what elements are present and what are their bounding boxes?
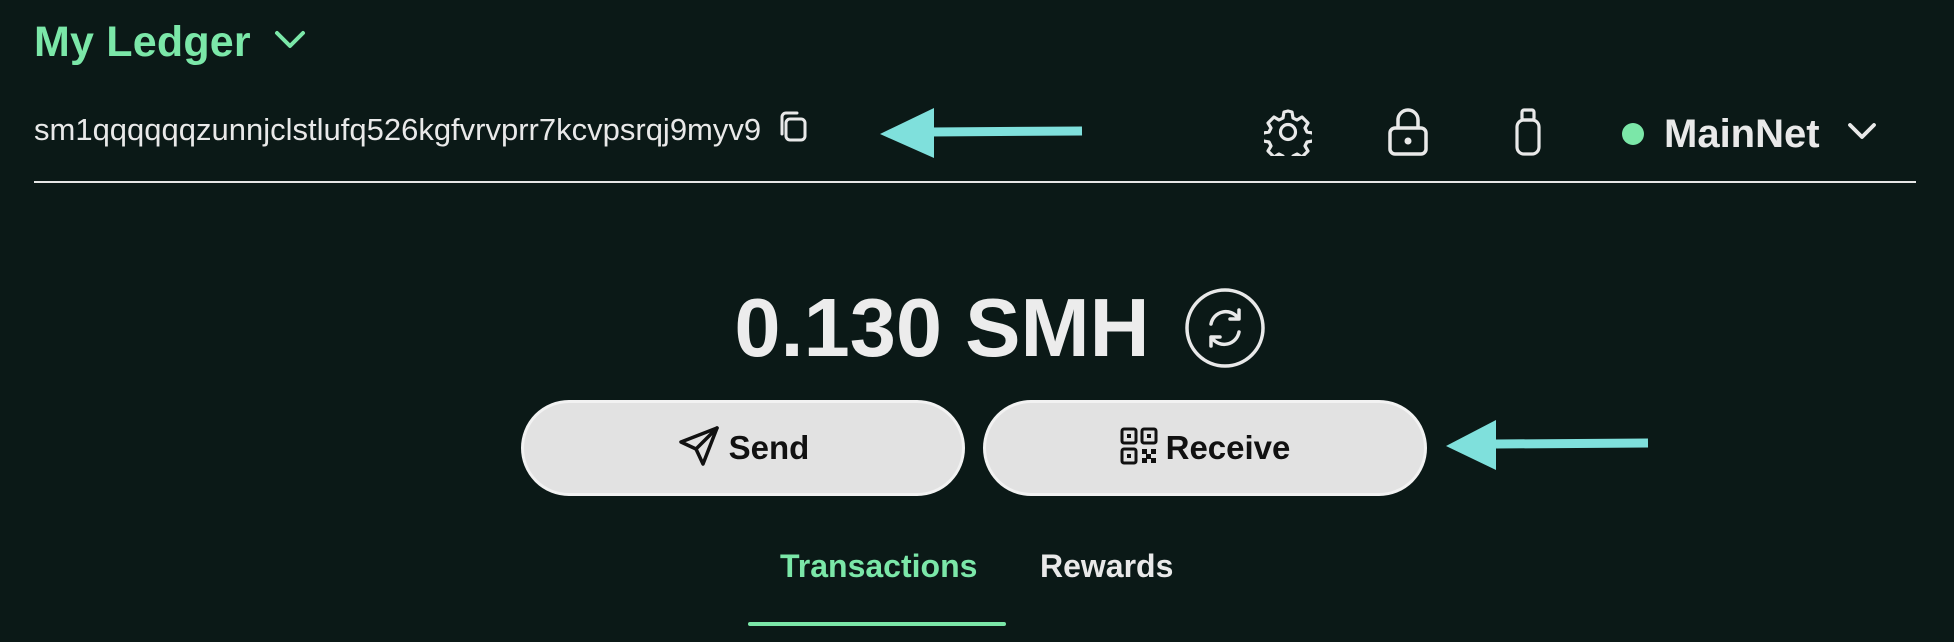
hardware-device-button[interactable] <box>1502 107 1554 162</box>
settings-button[interactable] <box>1260 108 1316 165</box>
address-row: sm1qqqqqqzunnjclstlufq526kgfvrvprr7kcvps… <box>34 110 809 149</box>
receive-button[interactable]: Receive <box>983 400 1427 496</box>
annotation-arrow-icon <box>1446 420 1649 470</box>
send-icon <box>677 424 721 473</box>
refresh-icon <box>1184 288 1266 373</box>
copy-icon <box>777 110 809 149</box>
wallet-selector[interactable]: My Ledger <box>34 18 307 67</box>
lock-icon <box>1386 106 1430 163</box>
network-selector[interactable]: MainNet <box>1622 108 1878 160</box>
send-button[interactable]: Send <box>521 400 965 496</box>
network-label: MainNet <box>1664 111 1820 156</box>
wallet-address: sm1qqqqqqzunnjclstlufq526kgfvrvprr7kcvps… <box>34 111 762 147</box>
send-label: Send <box>728 429 810 466</box>
chevron-down-icon <box>1846 121 1878 148</box>
tab-rewards[interactable]: Rewards <box>1040 548 1173 585</box>
copy-address-button[interactable] <box>777 110 809 149</box>
qr-code-icon <box>1120 427 1158 470</box>
header-divider <box>34 181 1916 183</box>
chevron-down-icon <box>273 29 307 56</box>
wallet-app: My Ledger sm1qqqqqqzunnjclstlufq526kgfvr… <box>0 0 1954 642</box>
lock-wallet-button[interactable] <box>1382 106 1434 163</box>
annotation-arrow-icon <box>880 108 1083 158</box>
refresh-balance-button[interactable] <box>1184 287 1266 369</box>
balance-amount: 0.130 SMH <box>734 281 1150 374</box>
gear-icon <box>1260 108 1316 165</box>
active-tab-indicator <box>748 622 1006 626</box>
balance-row: 0.130 SMH <box>0 280 1954 376</box>
wallet-title: My Ledger <box>34 18 251 66</box>
usb-stick-icon <box>1513 107 1543 162</box>
network-status-dot <box>1622 123 1644 145</box>
receive-label: Receive <box>1165 429 1291 466</box>
tab-transactions[interactable]: Transactions <box>780 548 977 585</box>
